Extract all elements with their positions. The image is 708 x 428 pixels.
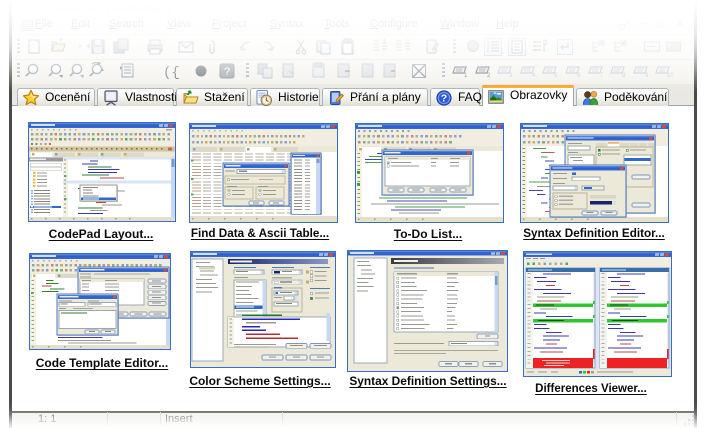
svg-text:10: 10: [667, 73, 673, 79]
svg-text:?: ?: [224, 66, 230, 78]
svg-text:({: ({: [163, 65, 179, 80]
svg-text:1: 1: [464, 73, 468, 79]
svg-text:8: 8: [622, 73, 626, 79]
svg-text:5: 5: [554, 73, 558, 79]
svg-text:9: 9: [645, 73, 649, 79]
svg-text:?: ?: [441, 92, 447, 104]
svg-text:6: 6: [577, 73, 581, 79]
svg-text:3: 3: [509, 73, 513, 79]
svg-text:7: 7: [600, 73, 604, 79]
svg-text:4: 4: [532, 73, 536, 79]
svg-text:2: 2: [487, 73, 491, 79]
